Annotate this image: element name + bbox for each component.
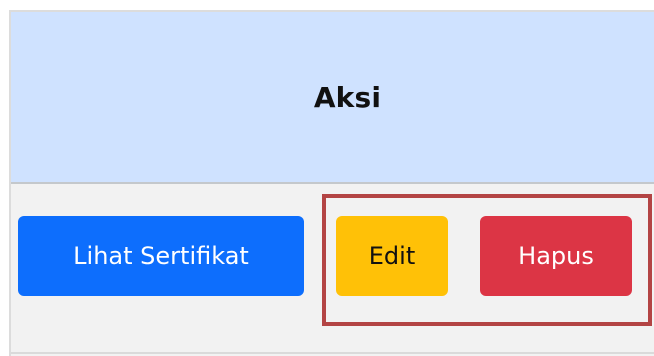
table-header-cell: Aksi <box>11 12 654 184</box>
page: Aksi Lihat Sertifikat Edit Hapus <box>0 0 654 356</box>
table: Aksi <box>9 10 654 356</box>
row-divider <box>11 352 654 354</box>
view-certificate-button[interactable]: Lihat Sertifikat <box>18 216 304 296</box>
column-header-aksi: Aksi <box>313 80 382 114</box>
delete-button[interactable]: Hapus <box>480 216 632 296</box>
edit-button[interactable]: Edit <box>336 216 448 296</box>
top-strip <box>0 0 654 10</box>
